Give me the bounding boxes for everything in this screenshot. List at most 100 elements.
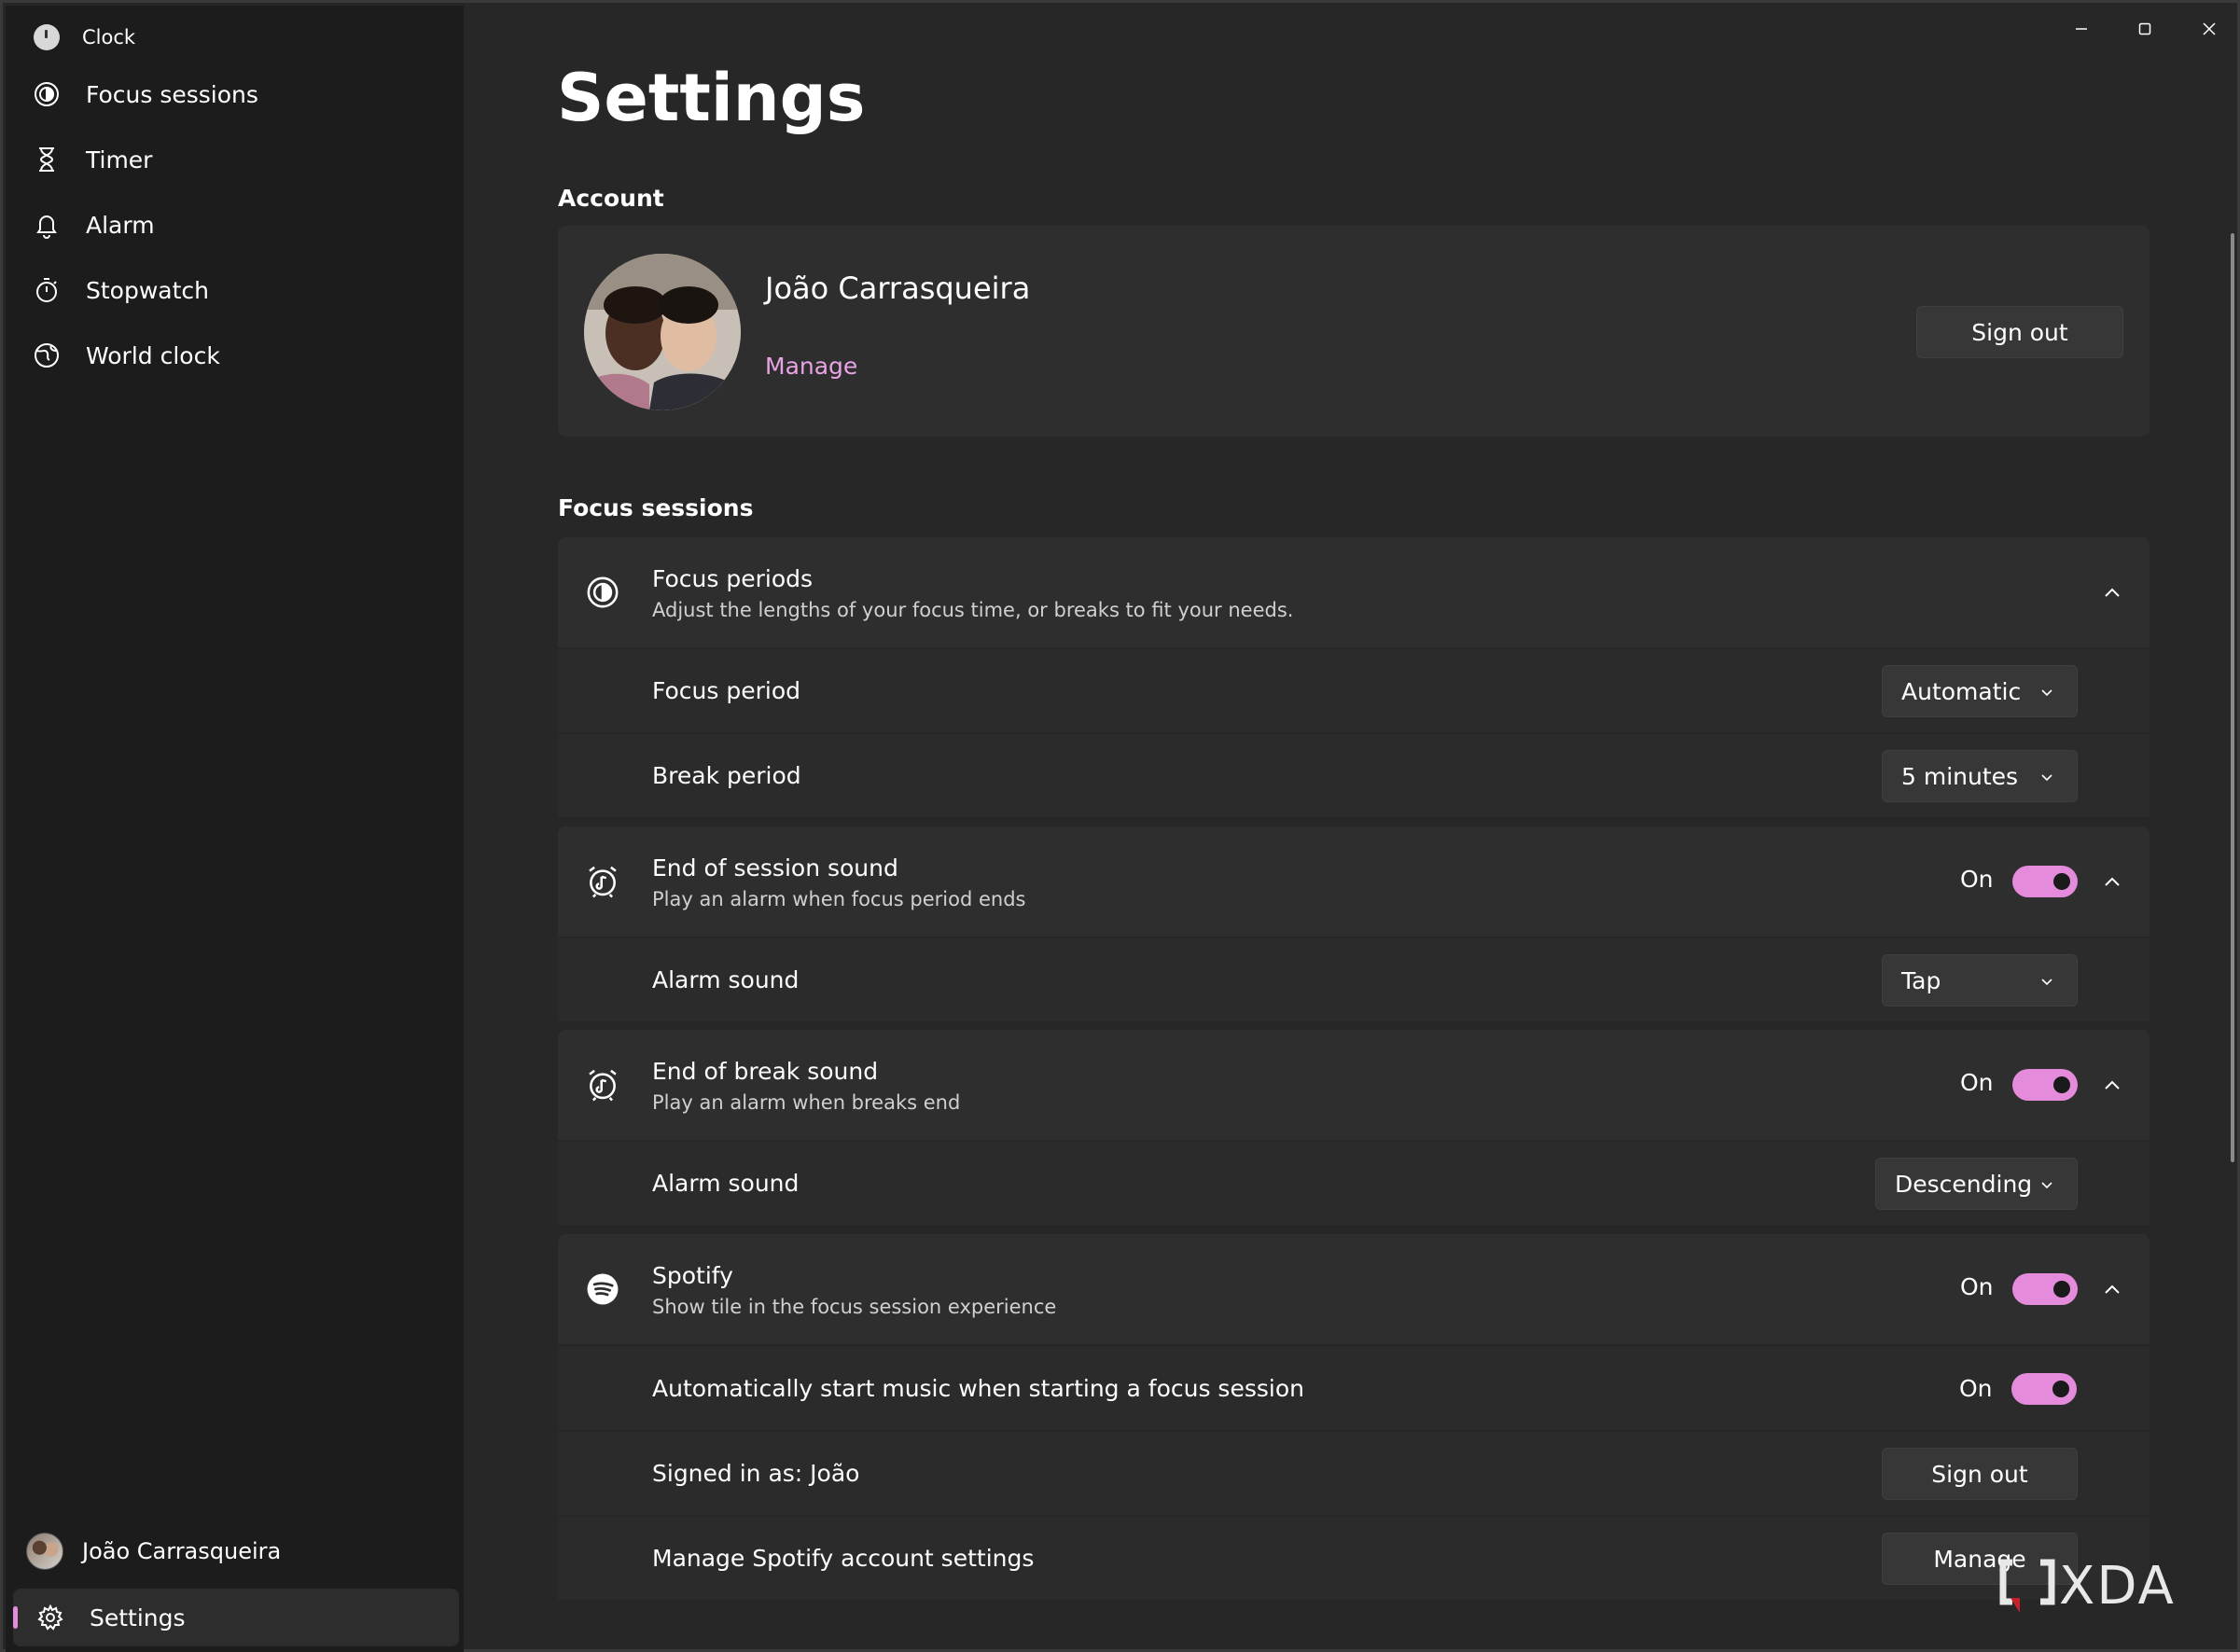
focus-periods-title: Focus periods	[652, 565, 814, 592]
break-period-label: Break period	[652, 762, 801, 789]
app-title-bar: Clock	[34, 21, 135, 54]
spotify-icon	[584, 1270, 621, 1308]
end-of-break-sound-header[interactable]: End of break sound Play an alarm when br…	[558, 1030, 2150, 1140]
auto-start-music-row: Automatically start music when starting …	[558, 1347, 2150, 1430]
dropdown-value: Automatic	[1901, 677, 2022, 705]
sidebar-item-label: Alarm	[86, 211, 155, 239]
sidebar-item-timer[interactable]: Timer	[6, 127, 464, 192]
alarm-clock-icon	[584, 863, 621, 900]
sidebar-item-label: Focus sessions	[86, 80, 258, 108]
end-of-session-sound-toggle[interactable]	[2012, 866, 2078, 897]
dropdown-value: 5 minutes	[1901, 762, 2019, 790]
chevron-down-icon	[2041, 689, 2052, 697]
toggle-knob	[2053, 1281, 2070, 1298]
alarm-sound-label: Alarm sound	[652, 966, 800, 993]
sign-out-button[interactable]: Sign out	[1916, 306, 2123, 358]
scrollbar[interactable]	[2231, 233, 2234, 1162]
toggle-state-label: On	[1960, 1069, 1994, 1096]
hourglass-icon	[32, 145, 62, 174]
auto-start-music-toggle[interactable]	[2011, 1373, 2077, 1405]
end-of-session-sound-title: End of session sound	[652, 854, 898, 882]
dropdown-value: Descending	[1895, 1170, 2033, 1198]
sidebar-item-settings[interactable]: Settings	[13, 1589, 459, 1646]
stopwatch-icon	[32, 275, 62, 305]
spotify-toggle[interactable]	[2012, 1273, 2078, 1305]
toggle-state-label: On	[1960, 1273, 1994, 1300]
end-of-session-sound-description: Play an alarm when focus period ends	[652, 888, 1026, 910]
account-name: João Carrasqueira	[765, 271, 1031, 306]
clock-app-icon	[34, 24, 60, 50]
section-heading-account: Account	[558, 185, 664, 212]
alarm-sound-row-session: Alarm sound Tap	[558, 938, 2150, 1021]
settings-page: Settings Account João Carrasqueira Manag…	[464, 6, 2240, 1652]
spotify-signed-in-row: Signed in as: João Sign out	[558, 1432, 2150, 1515]
end-of-break-sound-title: End of break sound	[652, 1058, 879, 1085]
sidebar-item-label: Timer	[86, 146, 153, 174]
chevron-down-icon	[2041, 774, 2052, 782]
section-heading-focus-sessions: Focus sessions	[558, 494, 754, 521]
manage-spotify-row: Manage Spotify account settings Manage	[558, 1517, 2150, 1600]
gear-icon	[35, 1603, 65, 1632]
avatar	[584, 254, 741, 410]
avatar	[26, 1533, 63, 1570]
sidebar-item-alarm[interactable]: Alarm	[6, 192, 464, 257]
end-of-session-sound-header[interactable]: End of session sound Play an alarm when …	[558, 826, 2150, 937]
spotify-description: Show tile in the focus session experienc…	[652, 1296, 1057, 1318]
sidebar-item-focus-sessions[interactable]: Focus sessions	[6, 62, 464, 127]
focus-period-label: Focus period	[652, 677, 800, 704]
sidebar: Clock Focus sessions Timer Alarm Stopwat…	[6, 6, 464, 1652]
chevron-up-icon[interactable]	[2097, 867, 2127, 896]
sidebar-nav: Focus sessions Timer Alarm Stopwatch Wor…	[6, 62, 464, 388]
focus-period-row: Focus period Automatic	[558, 649, 2150, 732]
sidebar-item-label: World clock	[86, 341, 220, 369]
chevron-up-icon[interactable]	[2097, 577, 2127, 607]
bell-icon	[32, 210, 62, 240]
toggle-state-label: On	[1960, 866, 1994, 893]
xda-logo-icon	[1999, 1559, 2055, 1613]
xda-wordmark: XDA	[2059, 1556, 2176, 1617]
focus-period-dropdown[interactable]: Automatic	[1882, 665, 2078, 717]
toggle-state-label: On	[1959, 1375, 1993, 1402]
chevron-up-icon[interactable]	[2097, 1274, 2127, 1304]
toggle-knob	[2053, 1076, 2070, 1093]
toggle-knob	[2053, 873, 2070, 890]
end-of-break-sound-description: Play an alarm when breaks end	[652, 1091, 961, 1114]
globe-icon	[32, 340, 62, 370]
selection-indicator	[13, 1606, 18, 1629]
alarm-sound-label: Alarm sound	[652, 1170, 800, 1197]
app-title: Clock	[82, 26, 136, 49]
dropdown-value: Tap	[1901, 966, 1941, 994]
spotify-title: Spotify	[652, 1262, 733, 1289]
toggle-knob	[2052, 1381, 2069, 1397]
sidebar-item-label: Stopwatch	[86, 276, 209, 304]
chevron-up-icon[interactable]	[2097, 1070, 2127, 1100]
focus-periods-description: Adjust the lengths of your focus time, o…	[652, 599, 1294, 621]
focus-periods-header[interactable]: Focus periods Adjust the lengths of your…	[558, 537, 2150, 647]
sidebar-user-name: João Carrasqueira	[82, 1538, 282, 1564]
sidebar-user-account[interactable]: João Carrasqueira	[26, 1528, 281, 1575]
alarm-clock-icon	[584, 1066, 621, 1104]
manage-spotify-label: Manage Spotify account settings	[652, 1545, 1035, 1572]
sidebar-item-stopwatch[interactable]: Stopwatch	[6, 257, 464, 323]
manage-account-link[interactable]: Manage	[765, 353, 857, 380]
signed-in-as-label: Signed in as: João	[652, 1460, 860, 1487]
spotify-header[interactable]: Spotify Show tile in the focus session e…	[558, 1234, 2150, 1344]
page-title: Settings	[557, 60, 866, 136]
break-period-row: Break period 5 minutes	[558, 734, 2150, 817]
alarm-sound-dropdown[interactable]: Descending	[1875, 1158, 2078, 1210]
spotify-sign-out-button[interactable]: Sign out	[1882, 1448, 2078, 1500]
app-window: Clock Focus sessions Timer Alarm Stopwat…	[0, 0, 2240, 1652]
account-card: João Carrasqueira Manage Sign out	[558, 226, 2150, 437]
chevron-down-icon	[2041, 979, 2052, 986]
alarm-sound-row-break: Alarm sound Descending	[558, 1142, 2150, 1225]
xda-watermark: XDA	[1999, 1556, 2176, 1617]
auto-start-music-label: Automatically start music when starting …	[652, 1375, 1304, 1402]
sidebar-item-world-clock[interactable]: World clock	[6, 323, 464, 388]
sidebar-item-label: Settings	[90, 1603, 186, 1631]
break-period-dropdown[interactable]: 5 minutes	[1882, 750, 2078, 802]
focus-icon	[32, 79, 62, 109]
end-of-break-sound-toggle[interactable]	[2012, 1069, 2078, 1101]
focus-icon	[584, 574, 621, 611]
alarm-sound-dropdown[interactable]: Tap	[1882, 954, 2078, 1006]
chevron-down-icon	[2041, 1182, 2052, 1189]
